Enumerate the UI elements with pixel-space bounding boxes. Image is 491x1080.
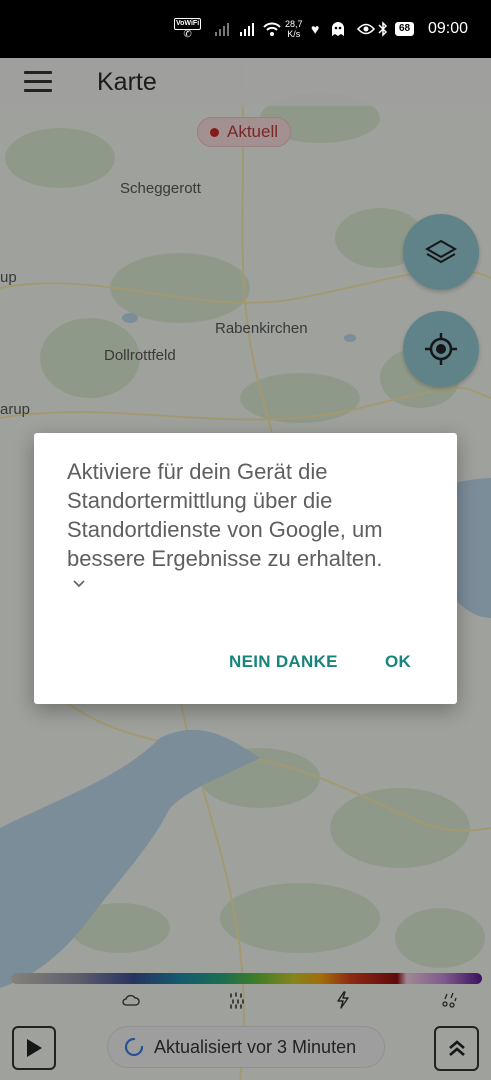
- net-speed-value: 28,7: [285, 19, 303, 29]
- ghost-icon: [331, 0, 345, 58]
- network-speed: 28,7 K/s: [285, 0, 303, 58]
- heart-icon: ♥: [311, 21, 320, 37]
- battery-level: 68: [395, 22, 415, 36]
- status-bar: VoWiFi ✆ 28,7 K/s ♥ 68 09:00: [0, 0, 491, 58]
- battery-indicator: 68: [395, 0, 415, 58]
- decline-button[interactable]: NEIN DANKE: [229, 652, 338, 672]
- signal-icon: [214, 0, 232, 58]
- eye-icon: [357, 0, 375, 58]
- dialog-message: Aktiviere für dein Gerät die Standorterm…: [67, 459, 383, 571]
- wifi-icon: [262, 0, 282, 58]
- ok-button[interactable]: OK: [385, 652, 411, 672]
- bluetooth-icon: [378, 0, 388, 58]
- chevron-down-icon[interactable]: [72, 579, 86, 589]
- location-dialog: Aktiviere für dein Gerät die Standorterm…: [34, 433, 457, 704]
- signal-icon-2: [239, 0, 257, 58]
- clock: 09:00: [427, 20, 468, 37]
- phone-icon: ✆: [183, 29, 192, 40]
- net-speed-unit: K/s: [287, 29, 301, 39]
- wifi-calling-indicator: VoWiFi ✆: [174, 0, 202, 58]
